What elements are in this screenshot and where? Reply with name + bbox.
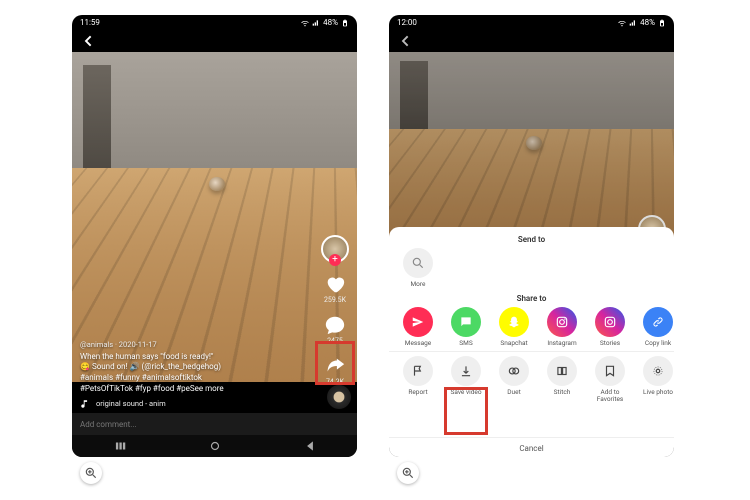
- signal-icon: [629, 19, 637, 27]
- share-snapchat[interactable]: Snapchat: [493, 307, 535, 347]
- share-label: Snapchat: [500, 340, 527, 347]
- status-bar: 11:59 48%: [72, 15, 357, 30]
- phone-screenshot-right: 12:00 48% Send to: [389, 15, 674, 457]
- music-note-icon: [80, 399, 90, 409]
- action-stitch[interactable]: Stitch: [541, 356, 583, 403]
- action-label: Add to Favorites: [589, 389, 631, 403]
- stories-icon: [595, 307, 625, 337]
- share-label: Stories: [600, 340, 620, 347]
- send-more-label: More: [411, 281, 426, 288]
- action-label: Live photo: [643, 389, 673, 396]
- battery-icon: [658, 19, 666, 27]
- back-icon[interactable]: [80, 33, 96, 49]
- share-instagram[interactable]: Instagram: [541, 307, 583, 347]
- share-label: SMS: [459, 340, 472, 347]
- action-label: Stitch: [554, 389, 571, 396]
- top-bar: [389, 30, 674, 52]
- action-add-to-favorites[interactable]: Add to Favorites: [589, 356, 631, 403]
- status-time: 11:59: [80, 18, 100, 27]
- like-count: 259.5K: [324, 296, 346, 304]
- top-bar: [72, 30, 357, 52]
- status-battery: 48%: [640, 18, 655, 27]
- save-video-icon: [451, 356, 481, 386]
- search-icon: [403, 248, 433, 278]
- share-to-row: Message SMS Snapchat Instagram Stories Copy l…: [389, 307, 674, 347]
- highlight-share: [315, 341, 355, 385]
- send-more[interactable]: More: [397, 248, 439, 288]
- comment-placeholder: Add comment...: [80, 420, 137, 429]
- share-message[interactable]: Message: [397, 307, 439, 347]
- caption-block: @animals · 2020-11-17 When the human say…: [80, 340, 309, 409]
- wifi-icon: [301, 19, 309, 27]
- message-icon: [403, 307, 433, 337]
- share-label: Copy link: [645, 340, 671, 347]
- snapchat-icon: [499, 307, 529, 337]
- share-sms[interactable]: SMS: [445, 307, 487, 347]
- sound-row[interactable]: original sound - anim: [80, 399, 309, 409]
- creator-avatar[interactable]: +: [321, 235, 349, 263]
- duet-icon: [499, 356, 529, 386]
- send-to-row: More: [389, 248, 674, 288]
- live-photo-icon: [643, 356, 673, 386]
- phone-screenshot-left: 11:59 48% + 259.5K 2475: [72, 15, 357, 457]
- wifi-icon: [618, 19, 626, 27]
- caption-line: When the human says "food is ready!": [80, 352, 309, 363]
- back-icon[interactable]: [397, 33, 413, 49]
- sms-icon: [451, 307, 481, 337]
- android-nav: [72, 435, 357, 457]
- share-to-heading: Share to: [389, 294, 674, 303]
- report-icon: [403, 356, 433, 386]
- copy-link-icon: [643, 307, 673, 337]
- send-to-heading: Send to: [389, 235, 674, 244]
- status-right: 48%: [618, 18, 666, 27]
- share-sheet: Send to More Share to Message SMS Snapchat…: [389, 227, 674, 457]
- comment-icon: [324, 314, 346, 336]
- follow-plus-icon[interactable]: +: [329, 254, 341, 266]
- sound-title: original sound - anim: [96, 399, 166, 409]
- action-duet[interactable]: Duet: [493, 356, 535, 403]
- action-label: Duet: [507, 389, 520, 396]
- signal-icon: [312, 19, 320, 27]
- instagram-icon: [547, 307, 577, 337]
- sound-disc[interactable]: [327, 385, 351, 409]
- status-time: 12:00: [397, 18, 417, 27]
- highlight-save-video: [444, 387, 488, 435]
- like-button[interactable]: 259.5K: [324, 273, 346, 304]
- share-stories[interactable]: Stories: [589, 307, 631, 347]
- share-label: Message: [405, 340, 431, 347]
- status-bar: 12:00 48%: [389, 15, 674, 30]
- home-icon[interactable]: [208, 439, 222, 453]
- stitch-icon: [547, 356, 577, 386]
- share-label: Instagram: [547, 340, 576, 347]
- battery-icon: [341, 19, 349, 27]
- caption-line: #animals #funny #animalsoftiktok: [80, 373, 309, 384]
- recents-icon[interactable]: [113, 439, 127, 453]
- action-live-photo[interactable]: Live photo: [637, 356, 674, 403]
- status-battery: 48%: [323, 18, 338, 27]
- action-report[interactable]: Report: [397, 356, 439, 403]
- cancel-button[interactable]: Cancel: [389, 437, 674, 455]
- zoom-in-icon[interactable]: [80, 462, 102, 484]
- add-to-favorites-icon: [595, 356, 625, 386]
- android-back-icon[interactable]: [303, 439, 317, 453]
- caption-line: 😋 Sound on! 🔊 (@rick_the_hedgehog): [80, 362, 309, 373]
- heart-icon: [324, 273, 346, 295]
- action-label: Report: [408, 389, 427, 396]
- zoom-in-icon[interactable]: [397, 462, 419, 484]
- share-copy-link[interactable]: Copy link: [637, 307, 674, 347]
- action-row: ReportSave videoDuetStitchAdd to Favorit…: [389, 356, 674, 403]
- comment-input[interactable]: Add comment...: [72, 413, 357, 435]
- creator-handle[interactable]: @animals · 2020-11-17: [80, 340, 309, 350]
- video-area[interactable]: [72, 52, 357, 382]
- caption-line: #PetsOfTikTok #fyp #food #peSee more: [80, 384, 309, 395]
- status-right: 48%: [301, 18, 349, 27]
